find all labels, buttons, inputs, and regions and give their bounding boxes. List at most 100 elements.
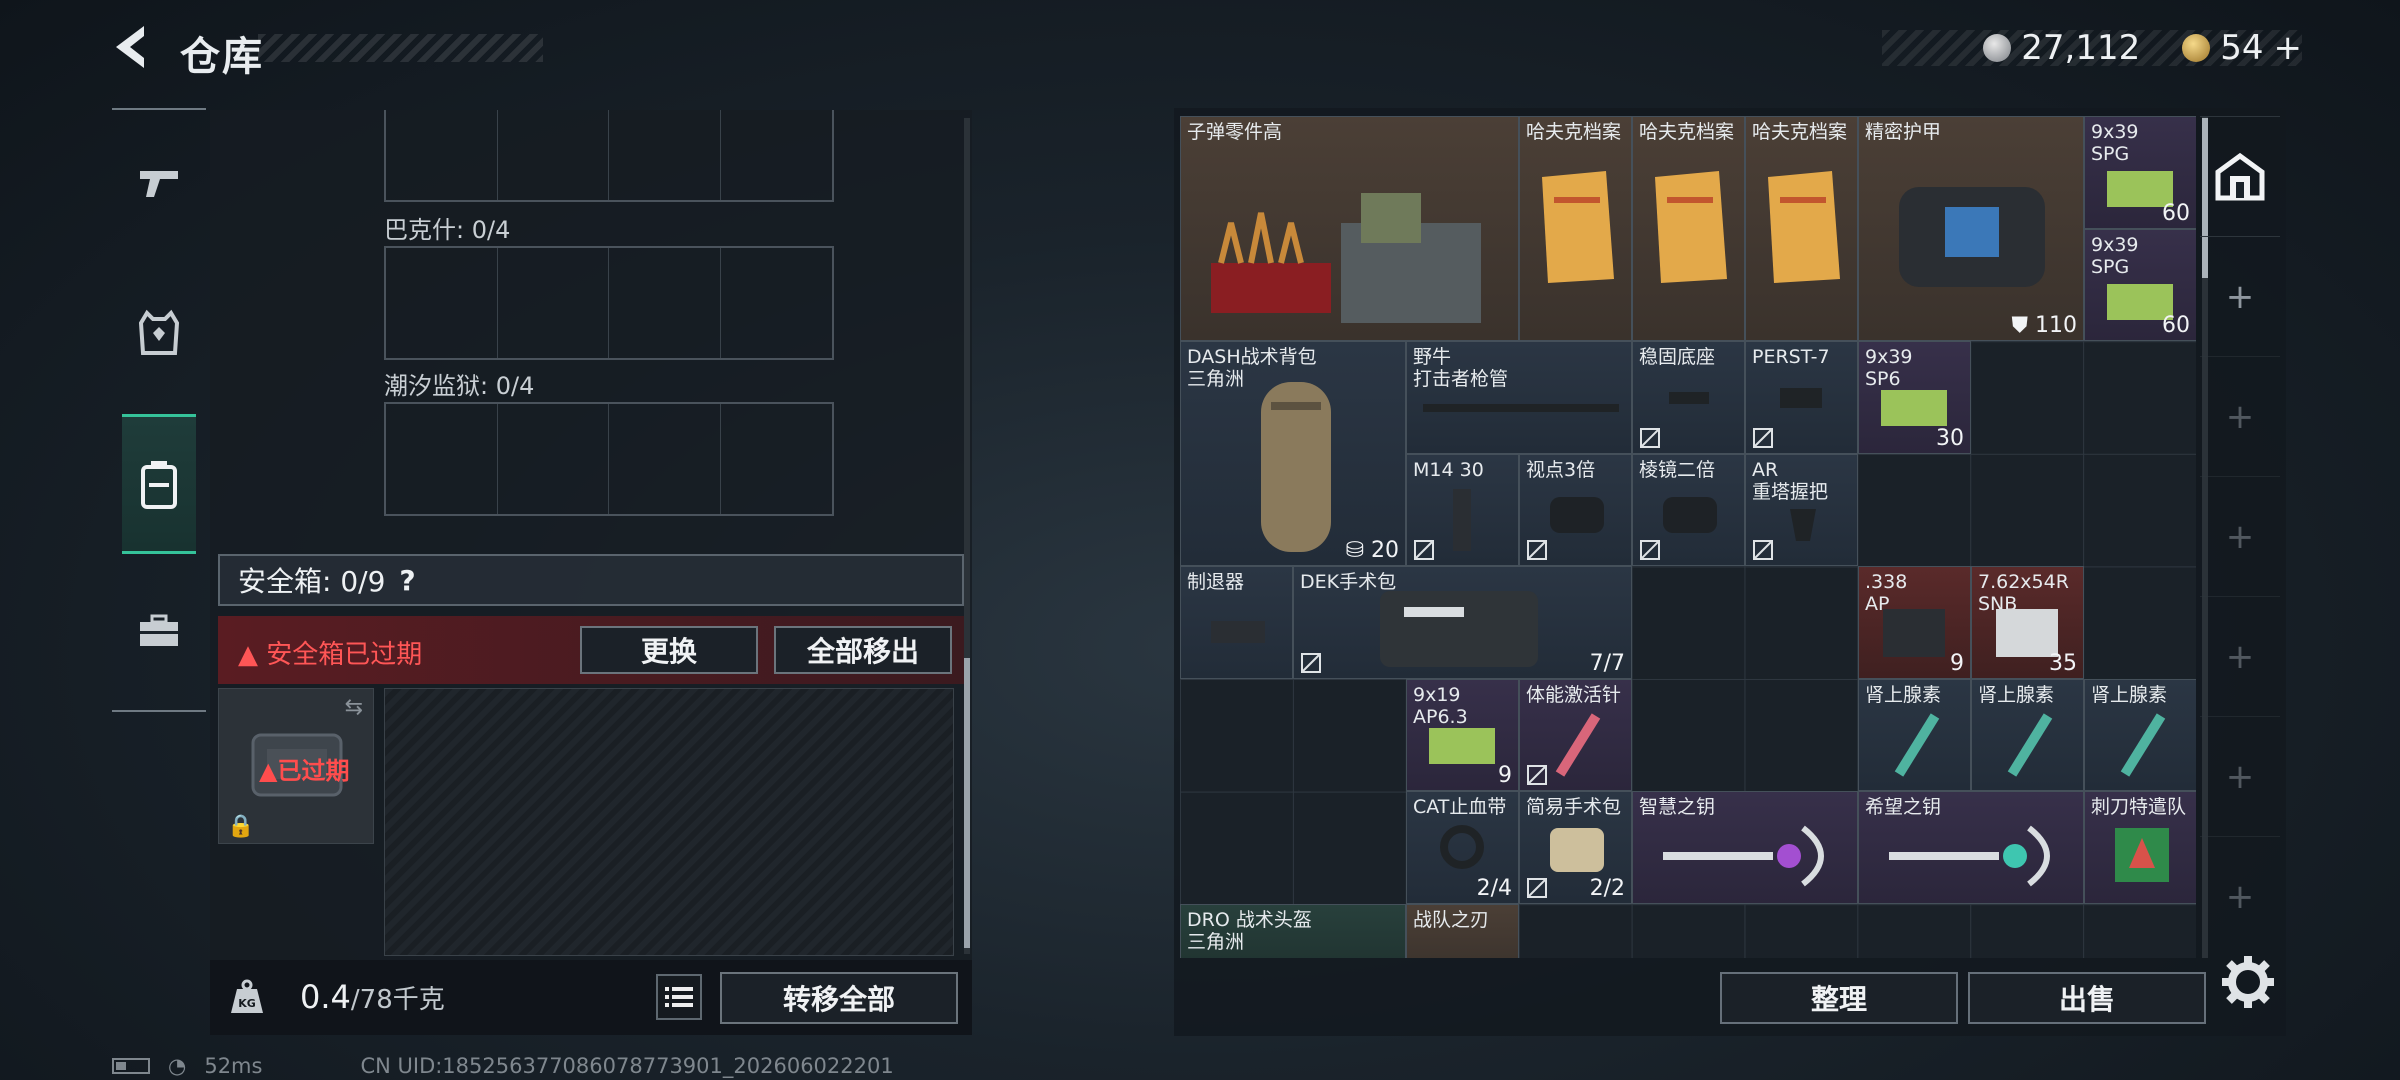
tourniquet-icon — [1440, 825, 1484, 869]
transfer-all-button[interactable]: 转移全部 — [720, 972, 958, 1024]
expired-tag-text: 已过期 — [277, 757, 350, 785]
sell-button[interactable]: 出售 — [1968, 972, 2206, 1024]
inventory-item[interactable]: M14 30 — [1406, 454, 1519, 566]
magazine-icon — [1453, 489, 1471, 551]
inventory-item[interactable]: 9x19 AP6.3 9 — [1406, 679, 1519, 791]
tab-add-storage[interactable]: + — [2200, 236, 2280, 356]
bakeshi-slots[interactable] — [384, 246, 834, 360]
inventory-item[interactable]: 简易手术包 2/2 — [1519, 791, 1632, 904]
title-decoration — [258, 34, 543, 62]
slot-grid[interactable] — [384, 110, 834, 202]
plus-icon: + — [2225, 876, 2255, 917]
ammo-box-icon — [1429, 728, 1495, 764]
mount-icon — [1669, 392, 1709, 404]
inventory-grid[interactable]: 子弹零件高 哈夫克档案 哈夫克档案 哈夫克档案 精密护甲 ⛊ 110 9x39 … — [1180, 116, 2196, 958]
item-count: 7/7 — [1589, 651, 1625, 676]
inventory-item[interactable]: 战队之刃 — [1406, 904, 1519, 958]
item-name: 刺刀特遣队 — [2091, 796, 2187, 818]
inventory-item[interactable]: 制退器 — [1180, 566, 1293, 679]
inventory-item[interactable]: DRO 战术头盔 三角洲 — [1180, 904, 1406, 958]
item-name: AR 重塔握把 — [1752, 459, 1829, 503]
svg-text:KG: KG — [238, 997, 256, 1010]
plus-icon: + — [2225, 636, 2255, 677]
inventory-item[interactable]: 刺刀特遣队 — [2084, 791, 2196, 904]
inventory-item[interactable]: 棱镜二倍 — [1632, 454, 1745, 566]
inventory-item[interactable]: 肾上腺素 — [2084, 679, 2196, 791]
inventory-item[interactable]: 希望之钥 — [1858, 791, 2084, 904]
inventory-item[interactable]: 哈夫克档案 — [1632, 116, 1745, 341]
inventory-item[interactable]: 稳固底座 — [1632, 341, 1745, 454]
inventory-item[interactable]: 体能激活针 — [1519, 679, 1632, 791]
backpack-panel: 巴克什: 0/4 潮汐监狱: 0/4 安全箱: 0/9 ? ▲ 安全箱已过期 更… — [210, 110, 972, 1035]
currency-bar: 27,112 54 + — [1882, 28, 2303, 68]
nav-divider — [112, 710, 206, 712]
sort-button[interactable]: 整理 — [1720, 972, 1958, 1024]
item-count: 20 — [1371, 538, 1399, 563]
tab-main-storage[interactable] — [2200, 116, 2280, 236]
injector-icon — [1894, 713, 1940, 777]
ping-value: 52ms — [204, 1054, 263, 1078]
unbound-icon — [1753, 428, 1773, 448]
replace-button[interactable]: 更换 — [580, 626, 758, 674]
move-all-out-button[interactable]: 全部移出 — [774, 626, 952, 674]
surgery-kit-icon — [1550, 828, 1604, 872]
inventory-item[interactable]: 精密护甲 ⛊ 110 — [1858, 116, 2084, 341]
back-arrow-icon[interactable] — [108, 22, 158, 72]
injector-icon — [2007, 713, 2053, 777]
inventory-item[interactable]: 哈夫克档案 — [1745, 116, 1858, 341]
inventory-item[interactable]: 9x39 SPG 60 — [2084, 116, 2196, 229]
document-icon — [1768, 171, 1840, 283]
gold-coin-icon — [2182, 34, 2211, 62]
tab-add-storage[interactable]: + — [2200, 716, 2280, 836]
plus-icon: + — [2225, 396, 2255, 437]
tab-add-storage[interactable]: + — [2200, 356, 2280, 476]
nav-backpack[interactable] — [122, 414, 196, 554]
help-icon[interactable]: ? — [399, 564, 415, 597]
inventory-item[interactable]: 7.62x54R SNB 35 — [1971, 566, 2084, 679]
inventory-item[interactable]: 肾上腺素 — [1971, 679, 2084, 791]
inventory-item[interactable]: 9x39 SPG 60 — [2084, 229, 2196, 341]
inventory-item[interactable]: 肾上腺素 — [1858, 679, 1971, 791]
inventory-item[interactable]: CAT止血带 2/4 — [1406, 791, 1519, 904]
chaoxi-slots[interactable] — [384, 402, 834, 516]
item-name: CAT止血带 — [1413, 796, 1507, 818]
inventory-item[interactable]: AR 重塔握把 — [1745, 454, 1858, 566]
barrel-icon — [1423, 404, 1619, 412]
inventory-item[interactable]: 9x39 SP6 30 — [1858, 341, 1971, 454]
nav-toolbox[interactable] — [122, 576, 196, 686]
list-icon[interactable] — [656, 974, 702, 1020]
tab-add-storage[interactable]: + — [2200, 476, 2280, 596]
inventory-item[interactable]: .338 AP 9 — [1858, 566, 1971, 679]
item-name: 制退器 — [1187, 571, 1245, 593]
inventory-item[interactable]: 野牛 打击者枪管 — [1406, 341, 1632, 454]
left-scrollbar-thumb[interactable] — [964, 658, 970, 948]
inventory-item[interactable]: 视点3倍 — [1519, 454, 1632, 566]
nav-equipment[interactable] — [122, 278, 196, 388]
unbound-icon — [1527, 765, 1547, 785]
inventory-item[interactable]: 子弹零件高 — [1180, 116, 1519, 341]
safe-box-grid[interactable] — [384, 688, 954, 956]
item-count: 110 — [2035, 313, 2077, 338]
nav-weapons[interactable] — [122, 128, 196, 238]
item-name: 肾上腺素 — [1978, 684, 2055, 706]
plus-icon: + — [2225, 276, 2255, 317]
safe-box-item[interactable]: ▲已过期 ⇆ 🔒 — [218, 688, 374, 844]
item-name: 肾上腺素 — [1865, 684, 1942, 706]
tab-add-storage[interactable]: + — [2200, 836, 2280, 956]
inventory-item[interactable]: DEK手术包 7/7 — [1293, 566, 1632, 679]
inventory-item[interactable]: DASH战术背包 三角洲 ⛁ 20 — [1180, 341, 1406, 566]
nav-divider — [112, 108, 206, 110]
inventory-item[interactable]: 哈夫克档案 — [1519, 116, 1632, 341]
weight-current: 0.4 — [300, 978, 351, 1016]
key-icon — [1889, 825, 2050, 887]
item-name: 希望之钥 — [1865, 796, 1942, 818]
tab-add-storage[interactable]: + — [2200, 596, 2280, 716]
add-gold-button[interactable]: + — [2274, 28, 2303, 68]
gear-icon[interactable] — [2218, 952, 2278, 1012]
inventory-item[interactable]: PERST-7 — [1745, 341, 1858, 454]
inventory-item[interactable]: 智慧之钥 — [1632, 791, 1858, 904]
shield-icon: ⛊ — [2011, 313, 2028, 338]
uid-text: CN UID:185256377086078773901_20260602220… — [360, 1054, 894, 1078]
item-name: 哈夫克档案 — [1752, 121, 1848, 143]
weight-value: 0.4/78千克 — [300, 978, 445, 1016]
